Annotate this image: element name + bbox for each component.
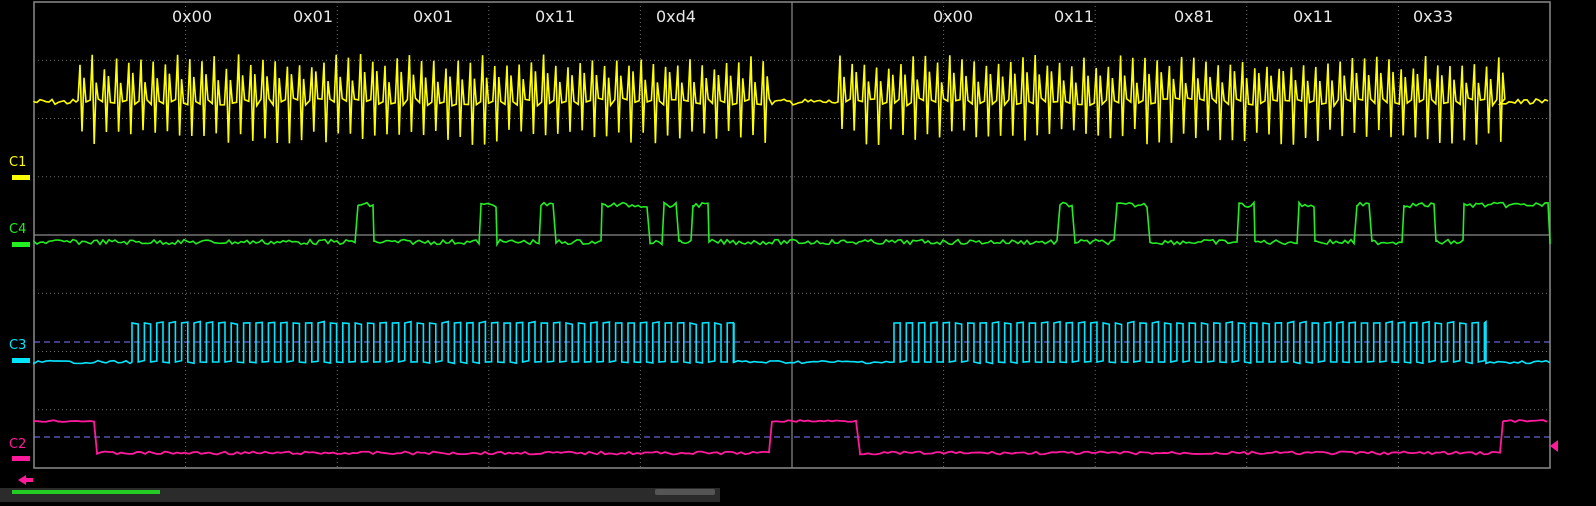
horizontal-scrollbar-thumb[interactable] <box>12 490 160 494</box>
c2-channel-label: C2 <box>9 437 26 452</box>
decode-byte: 0x11 <box>1054 7 1094 26</box>
decode-byte: 0x11 <box>535 7 575 26</box>
decode-byte: 0x33 <box>1413 7 1453 26</box>
c2-offset-marker[interactable] <box>12 456 30 461</box>
decode-byte: 0xd4 <box>656 7 696 26</box>
oscilloscope-display: 0x00 0x01 0x01 0x11 0xd4 0x00 0x11 0x81 … <box>0 0 1596 502</box>
c1-channel-label: C1 <box>9 155 26 170</box>
decode-byte: 0x81 <box>1174 7 1214 26</box>
c4-offset-marker[interactable] <box>12 242 30 247</box>
horizontal-scrollbar-handle[interactable] <box>655 489 715 495</box>
c1-offset-marker[interactable] <box>12 175 30 180</box>
c3-channel-label: C3 <box>9 338 26 353</box>
c3-offset-marker[interactable] <box>12 358 30 363</box>
decode-byte: 0x01 <box>413 7 453 26</box>
decode-byte: 0x00 <box>172 7 212 26</box>
trigger-level-marker[interactable] <box>1550 440 1558 452</box>
decode-byte: 0x11 <box>1293 7 1333 26</box>
decode-byte: 0x00 <box>933 7 973 26</box>
scroll-left-arrow-icon[interactable] <box>18 475 33 485</box>
c4-channel-label: C4 <box>9 222 26 237</box>
decode-byte: 0x01 <box>293 7 333 26</box>
